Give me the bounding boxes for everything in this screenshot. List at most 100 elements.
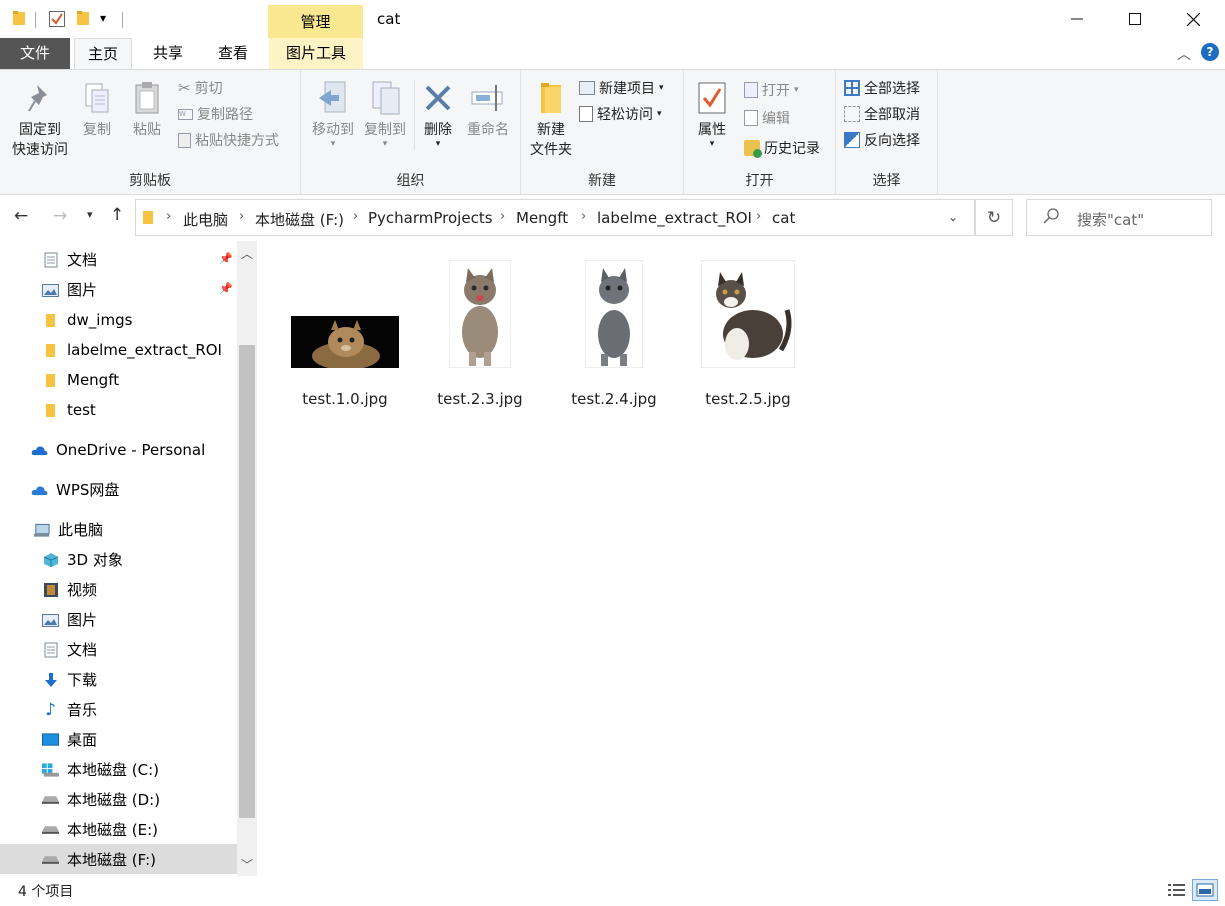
minimize-button[interactable] xyxy=(1048,0,1106,38)
rename-button[interactable]: 重命名 xyxy=(463,76,513,140)
history-button[interactable]: 历史记录 xyxy=(744,138,820,158)
refresh-button[interactable]: ↻ xyxy=(975,199,1013,236)
sidebar-item-documents[interactable]: 文档 xyxy=(42,245,97,275)
edit-button[interactable]: 编辑 xyxy=(744,108,790,128)
recent-locations-icon[interactable]: ▾ xyxy=(87,208,93,221)
sidebar-item-dw-imgs[interactable]: dw_imgs xyxy=(42,305,132,335)
help-icon[interactable]: ? xyxy=(1201,43,1219,61)
sidebar-item-pictures[interactable]: 图片 xyxy=(42,275,97,305)
scroll-up-icon[interactable]: ︿ xyxy=(241,245,253,262)
edit-icon xyxy=(744,110,758,126)
image-thumbnail xyxy=(686,255,810,368)
file-item[interactable]: test.2.5.jpg xyxy=(686,255,810,415)
breadcrumb-item[interactable]: Mengft xyxy=(516,209,568,227)
open-label: 打开 xyxy=(762,83,790,99)
pin-quick-access-button[interactable]: 固定到 快速访问 xyxy=(6,76,74,160)
sidebar-item-3d-objects[interactable]: 3D 对象 xyxy=(42,545,123,575)
tab-file[interactable]: 文件 xyxy=(0,38,70,69)
sidebar-scrollbar[interactable]: ︿ ﹀ xyxy=(237,241,257,876)
properties-icon[interactable] xyxy=(48,10,66,32)
new-folder-icon[interactable] xyxy=(76,10,90,30)
sidebar-item-desktop[interactable]: 桌面 xyxy=(42,725,97,755)
pin-icon xyxy=(6,76,74,120)
dropdown-arrow-icon: ▾ xyxy=(657,109,662,119)
sidebar-item-label: Mengft xyxy=(67,371,120,389)
copy-to-button[interactable]: 复制到 ▾ xyxy=(357,76,413,149)
paste-button[interactable]: 粘贴 xyxy=(126,76,168,140)
breadcrumb-item[interactable]: labelme_extract_ROI xyxy=(597,209,752,227)
sidebar-item-drive-c[interactable]: 本地磁盘 (C:) xyxy=(42,755,159,785)
history-icon xyxy=(744,140,762,158)
pin-icon[interactable]: 📌 xyxy=(219,282,233,295)
address-bar[interactable]: › 此电脑 › 本地磁盘 (F:) › PycharmProjects › Me… xyxy=(135,199,975,236)
tab-manage[interactable]: 管理 xyxy=(268,5,363,38)
tab-picture-tools[interactable]: 图片工具 xyxy=(269,38,363,69)
folder-icon xyxy=(42,402,59,419)
move-to-icon xyxy=(305,76,361,120)
details-view-icon[interactable] xyxy=(1167,882,1187,902)
collapse-ribbon-icon[interactable]: ︿ xyxy=(1177,44,1191,64)
folder-icon xyxy=(42,372,59,389)
scrollbar-thumb[interactable] xyxy=(239,345,255,818)
sidebar-item-pictures-pc[interactable]: 图片 xyxy=(42,605,97,635)
select-none-button[interactable]: 全部取消 xyxy=(844,104,920,124)
scroll-down-icon[interactable]: ﹀ xyxy=(241,856,253,873)
invert-selection-button[interactable]: 反向选择 xyxy=(844,130,920,150)
delete-button[interactable]: 删除 ▾ xyxy=(417,76,459,149)
minimize-icon xyxy=(1071,18,1083,20)
customize-qat-icon[interactable]: ▾ xyxy=(100,11,106,25)
group-label-open: 打开 xyxy=(745,173,774,189)
back-arrow-icon[interactable]: ← xyxy=(14,206,28,226)
sidebar-item-music[interactable]: ♪ 音乐 xyxy=(42,695,97,725)
dropdown-arrow-icon: ▾ xyxy=(659,83,664,93)
sidebar-item-videos[interactable]: 视频 xyxy=(42,575,97,605)
sidebar-item-drive-e[interactable]: 本地磁盘 (E:) xyxy=(42,815,158,845)
sidebar-item-this-pc[interactable]: 此电脑 xyxy=(33,515,103,545)
open-button[interactable]: 打开 ▾ xyxy=(744,80,799,100)
breadcrumb-item[interactable]: 此电脑 xyxy=(183,209,228,230)
sidebar-item-test[interactable]: test xyxy=(42,395,96,425)
breadcrumb-item[interactable]: PycharmProjects xyxy=(368,209,493,227)
up-arrow-icon[interactable]: ↑ xyxy=(110,205,124,225)
file-item[interactable]: test.1.0.jpg xyxy=(283,255,407,415)
cut-button[interactable]: ✂ 剪切 xyxy=(178,78,223,98)
maximize-button[interactable] xyxy=(1106,0,1164,38)
copy-path-icon: W xyxy=(178,108,193,120)
paste-icon xyxy=(126,76,168,120)
sidebar-item-drive-f[interactable]: 本地磁盘 (F:) xyxy=(42,845,156,875)
new-item-button[interactable]: 新建项目 ▾ xyxy=(579,78,664,98)
group-label-clipboard: 剪贴板 xyxy=(129,173,171,189)
easy-access-button[interactable]: 轻松访问 ▾ xyxy=(579,104,662,124)
copy-path-button[interactable]: W 复制路径 xyxy=(178,104,253,124)
close-button[interactable] xyxy=(1164,0,1222,38)
large-icons-view-icon[interactable] xyxy=(1192,879,1218,901)
paste-shortcut-button[interactable]: 粘贴快捷方式 xyxy=(178,130,279,150)
sidebar-item-mengft[interactable]: Mengft xyxy=(42,365,119,395)
properties-button[interactable]: 属性 ▾ xyxy=(690,76,734,149)
forward-arrow-icon[interactable]: → xyxy=(53,206,67,226)
tab-view[interactable]: 查看 xyxy=(205,38,261,69)
sidebar-item-onedrive[interactable]: OneDrive - Personal xyxy=(31,435,205,465)
sidebar-item-downloads[interactable]: 下载 xyxy=(42,665,97,695)
cloud-icon xyxy=(31,482,48,499)
tab-home[interactable]: 主页 xyxy=(74,38,132,70)
tab-share[interactable]: 共享 xyxy=(140,38,196,69)
file-item[interactable]: test.2.4.jpg xyxy=(552,255,676,415)
file-item[interactable]: test.2.3.jpg xyxy=(418,255,542,415)
move-to-button[interactable]: 移动到 ▾ xyxy=(305,76,361,149)
sidebar-item-documents-pc[interactable]: 文档 xyxy=(42,635,97,665)
sidebar-item-drive-d[interactable]: 本地磁盘 (D:) xyxy=(42,785,160,815)
pin-icon[interactable]: 📌 xyxy=(219,252,233,265)
address-dropdown-icon[interactable]: ⌄ xyxy=(948,210,958,224)
breadcrumb-item[interactable]: 本地磁盘 (F:) xyxy=(255,209,344,230)
sidebar-item-label: 本地磁盘 (C:) xyxy=(67,761,159,779)
sidebar-item-labelme-extract-roi[interactable]: labelme_extract_ROI xyxy=(42,335,222,365)
search-box[interactable]: 搜索"cat" xyxy=(1026,199,1212,236)
new-item-icon xyxy=(579,81,595,95)
copy-button[interactable]: 复制 xyxy=(76,76,118,140)
new-folder-button[interactable]: 新建 文件夹 xyxy=(525,76,577,160)
chevron-right-icon: › xyxy=(239,209,245,224)
breadcrumb-item[interactable]: cat xyxy=(772,209,795,227)
select-all-button[interactable]: 全部选择 xyxy=(844,78,920,98)
sidebar-item-wps[interactable]: WPS网盘 xyxy=(31,475,119,505)
